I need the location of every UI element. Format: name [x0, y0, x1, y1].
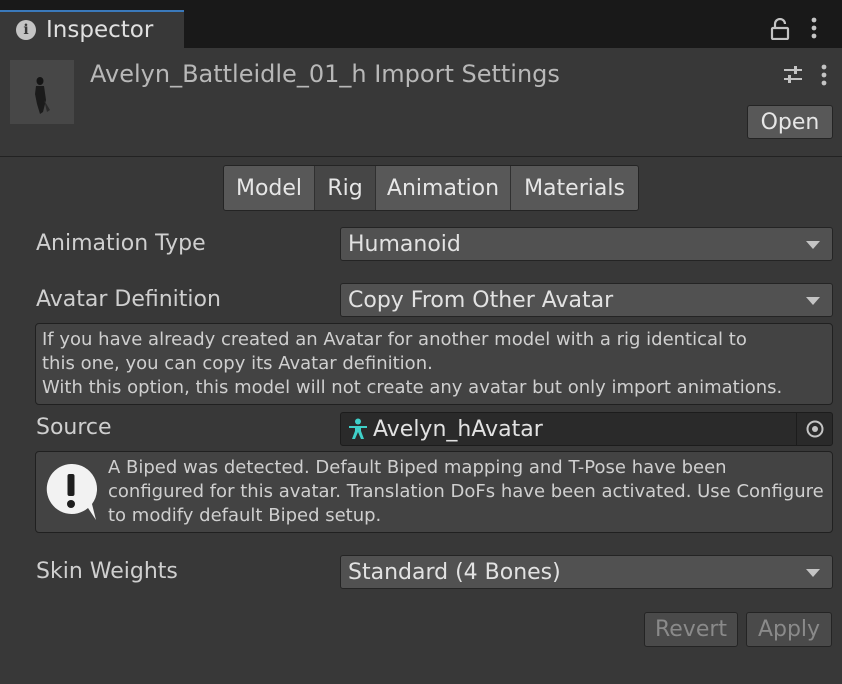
animation-type-value: Humanoid: [348, 231, 461, 257]
import-settings-toolbar: Model Rig Animation Materials: [223, 165, 639, 211]
tab-strip: i Inspector: [0, 0, 842, 48]
warning-bubble-icon: [46, 463, 98, 520]
biped-warning-box: A Biped was detected. Default Biped mapp…: [35, 451, 833, 533]
header-divider: [0, 156, 842, 157]
source-object-field[interactable]: Avelyn_hAvatar: [340, 412, 833, 446]
page-title: Avelyn_Battleidle_01_h Import Settings: [90, 60, 560, 88]
chevron-down-icon: [806, 569, 820, 577]
animation-type-label: Animation Type: [36, 231, 206, 256]
tab-materials[interactable]: Materials: [510, 166, 638, 210]
tab-animation[interactable]: Animation: [375, 166, 510, 210]
humanoid-avatar-icon: [349, 418, 367, 439]
object-picker-icon[interactable]: [796, 413, 832, 445]
info-line: If you have already created an Avatar fo…: [42, 329, 747, 350]
source-label: Source: [36, 415, 112, 440]
info-line: With this option, this model will not cr…: [42, 377, 783, 398]
lock-icon[interactable]: [770, 18, 790, 40]
tab-title: Inspector: [46, 17, 154, 43]
chevron-down-icon: [806, 241, 820, 249]
avatar-definition-info-box: If you have already created an Avatar fo…: [35, 323, 833, 405]
avatar-definition-dropdown[interactable]: Copy From Other Avatar: [340, 283, 833, 317]
inspector-window: i Inspector Avelyn_Battleidle_01_h Impor…: [0, 0, 842, 684]
skin-weights-dropdown[interactable]: Standard (4 Bones): [340, 555, 833, 589]
kebab-menu-icon[interactable]: [820, 64, 828, 86]
source-value: Avelyn_hAvatar: [373, 416, 543, 442]
open-button[interactable]: Open: [747, 105, 833, 139]
presets-sliders-icon[interactable]: [782, 64, 804, 86]
avatar-definition-label: Avatar Definition: [36, 287, 221, 312]
kebab-menu-icon[interactable]: [810, 17, 818, 39]
apply-button[interactable]: Apply: [746, 612, 832, 647]
animation-type-dropdown[interactable]: Humanoid: [340, 227, 833, 261]
tab-model[interactable]: Model: [224, 166, 314, 210]
revert-button[interactable]: Revert: [644, 612, 738, 647]
avatar-definition-value: Copy From Other Avatar: [348, 287, 614, 313]
model-preview-thumbnail: [10, 60, 74, 124]
warning-text: A Biped was detected. Default Biped mapp…: [108, 457, 824, 526]
skin-weights-label: Skin Weights: [36, 559, 178, 584]
info-line: this one, you can copy its Avatar defini…: [42, 353, 433, 374]
chevron-down-icon: [806, 297, 820, 305]
info-icon: i: [16, 20, 36, 40]
tab-inspector[interactable]: i Inspector: [0, 10, 184, 48]
skin-weights-value: Standard (4 Bones): [348, 559, 561, 585]
tab-rig[interactable]: Rig: [314, 166, 375, 210]
